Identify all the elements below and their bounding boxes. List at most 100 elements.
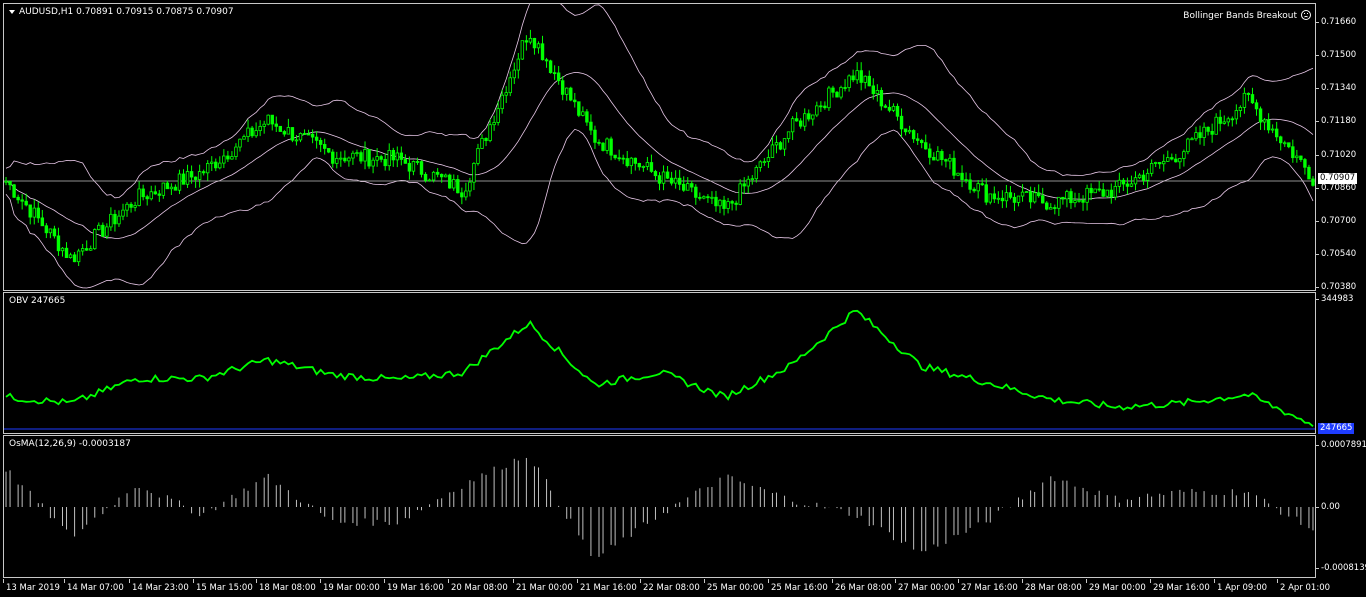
osma-canvas <box>4 457 1315 557</box>
candle <box>472 162 476 191</box>
candle <box>633 157 637 171</box>
candle <box>673 170 678 189</box>
time-axis[interactable]: 13 Mar 2019 14 Mar 07:00 14 Mar 23:00 15 Ma… <box>3 579 1330 597</box>
osma-pane[interactable]: OsMA(12,26,9) -0.0003187 <box>3 435 1316 578</box>
expert-smiley-icon[interactable] <box>1301 10 1311 20</box>
candle <box>20 194 24 210</box>
bb-middle-line <box>5 71 1314 239</box>
candle <box>980 178 984 186</box>
candle <box>920 138 924 149</box>
candle <box>657 172 662 191</box>
candle <box>68 252 73 259</box>
price-level: 0.70380 <box>1315 282 1357 292</box>
candle <box>290 127 295 143</box>
candle <box>807 109 811 122</box>
symbol-info-text: AUDUSD,H1 0.70891 0.70915 0.70875 0.7090… <box>19 7 234 17</box>
candle <box>254 122 258 138</box>
price-axis[interactable]: 0.71660 0.71500 0.71340 0.71180 0.71020 … <box>1315 3 1366 292</box>
price-level: 0.71500 <box>1315 50 1357 60</box>
candle <box>883 104 888 109</box>
time-label: 14 Mar 07:00 <box>64 579 124 593</box>
candle <box>669 171 674 186</box>
candle <box>593 125 597 149</box>
candle <box>512 62 516 85</box>
candle <box>347 156 351 167</box>
candle <box>64 242 69 258</box>
candle <box>1291 139 1295 163</box>
candle <box>1105 189 1109 198</box>
candle <box>351 150 355 165</box>
candle <box>193 176 198 188</box>
osma-level: 0.0007891 <box>1316 440 1366 450</box>
candle <box>1004 184 1009 208</box>
candle <box>903 128 908 136</box>
time-label: 25 Mar 16:00 <box>768 579 828 593</box>
candle <box>444 173 448 178</box>
candle <box>60 247 65 257</box>
candle <box>282 129 287 137</box>
candle <box>391 147 395 167</box>
candle <box>302 129 307 135</box>
candle <box>915 133 920 145</box>
obv-current-tag: 247665 <box>1318 423 1355 434</box>
time-label: 21 Mar 16:00 <box>577 579 637 593</box>
candle <box>1137 173 1142 179</box>
candle <box>552 65 557 80</box>
candle <box>952 150 956 179</box>
candle <box>274 116 278 132</box>
time-label: 28 Mar 08:00 <box>1022 579 1082 593</box>
price-chart-canvas <box>4 4 1315 289</box>
candle <box>867 70 871 87</box>
candle <box>778 141 783 151</box>
osma-level: 0.00 <box>1316 502 1340 512</box>
obv-pane[interactable]: OBV 247665 <box>3 292 1316 434</box>
candle <box>1202 122 1206 146</box>
candle <box>1036 184 1041 198</box>
candle <box>782 138 787 156</box>
candle <box>690 180 694 193</box>
candle <box>540 35 545 61</box>
dropdown-triangle-icon[interactable] <box>9 9 15 14</box>
candle <box>956 172 960 177</box>
candle <box>750 175 754 185</box>
candle <box>520 40 525 60</box>
candle <box>125 202 129 217</box>
candle <box>1113 180 1118 201</box>
candle <box>363 141 367 170</box>
obv-canvas <box>4 309 1315 430</box>
candle <box>1214 113 1218 135</box>
candle <box>492 115 496 131</box>
candle <box>968 173 972 194</box>
candle <box>250 125 254 138</box>
candle <box>859 62 863 91</box>
candle <box>427 178 432 182</box>
candle <box>972 187 976 193</box>
candle <box>1295 149 1299 163</box>
candle <box>161 182 166 199</box>
candle <box>32 199 36 225</box>
price-level: 0.70700 <box>1315 216 1357 226</box>
time-label: 18 Mar 08:00 <box>256 579 316 593</box>
candle <box>343 150 347 163</box>
candle <box>214 158 218 172</box>
candle <box>298 132 303 143</box>
candle <box>411 160 416 176</box>
osma-axis[interactable]: 0.0007891 0.00 -0.0008139 <box>1315 435 1366 578</box>
candle <box>36 201 40 223</box>
candle <box>439 173 444 183</box>
candle <box>262 120 266 134</box>
candle <box>246 119 250 142</box>
candle <box>790 116 795 141</box>
time-label: 1 Apr 09:00 <box>1213 579 1268 593</box>
candle <box>242 134 246 140</box>
candle <box>145 194 149 206</box>
candle <box>419 160 424 178</box>
candle <box>1153 161 1158 168</box>
candle <box>197 164 202 188</box>
candle <box>1157 162 1162 169</box>
osma-label: OsMA(12,26,9) -0.0003187 <box>9 439 131 449</box>
obv-axis[interactable]: 344983 <box>1315 292 1366 434</box>
candle <box>367 148 371 169</box>
candle <box>936 146 940 162</box>
price-chart-pane[interactable]: AUDUSD,H1 0.70891 0.70915 0.70875 0.7090… <box>3 3 1316 291</box>
